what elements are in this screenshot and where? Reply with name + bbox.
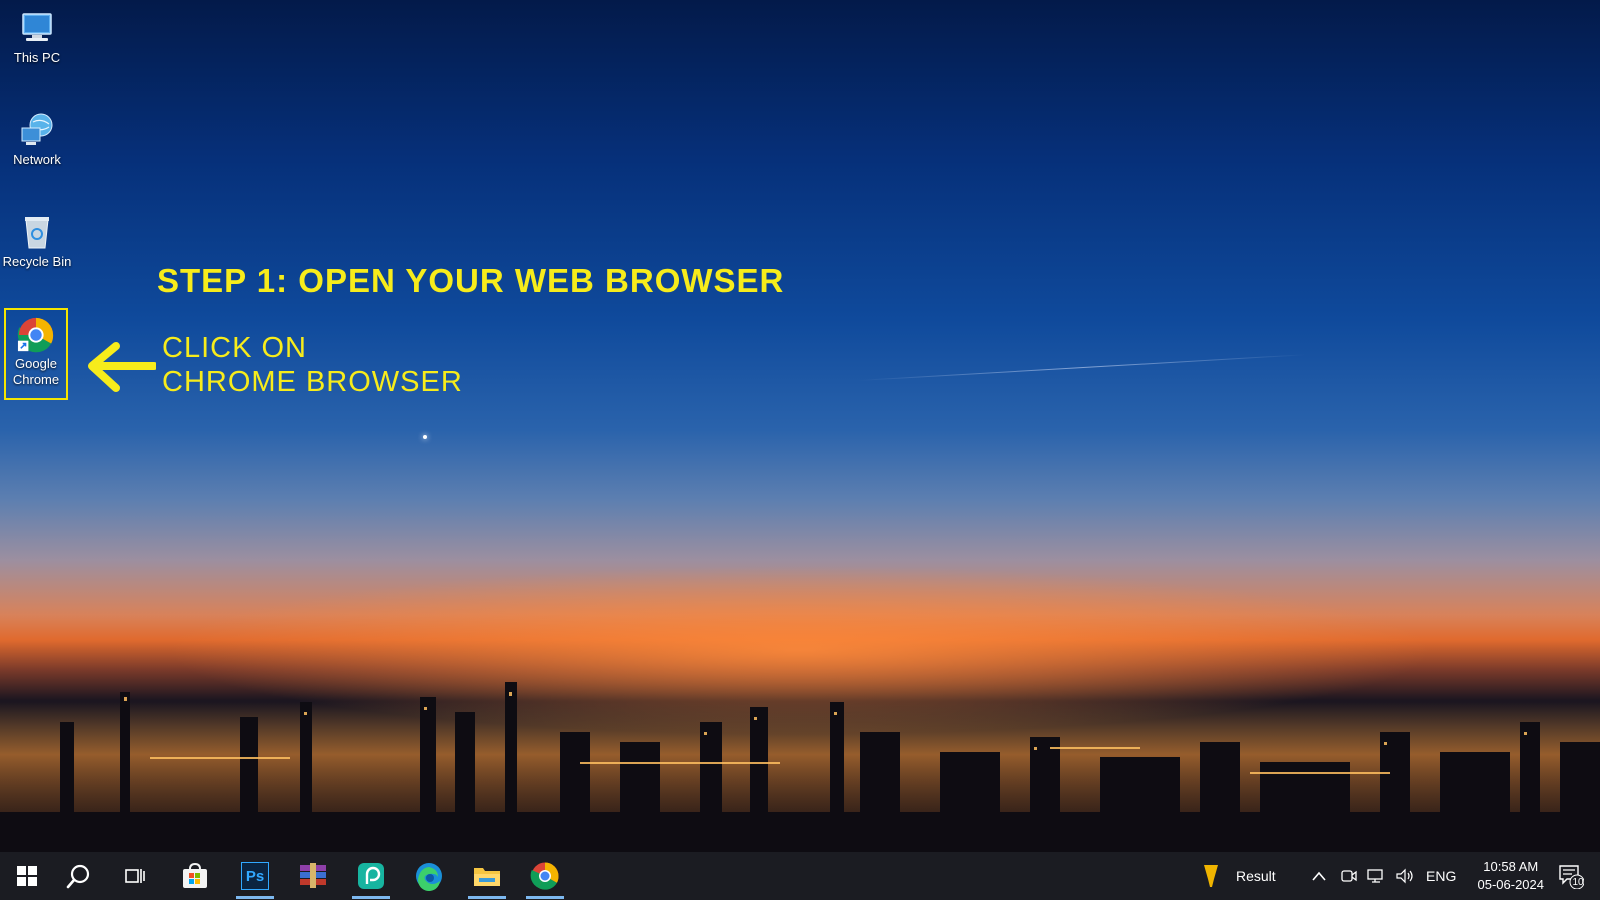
instruction-line-1: CLICK ON: [162, 332, 307, 364]
network-icon: [21, 113, 53, 145]
camera-icon: [1341, 870, 1357, 882]
folder-icon: [474, 868, 500, 886]
weather-label: Result: [1236, 868, 1276, 884]
taskbar-app-picsart[interactable]: [344, 852, 398, 900]
search-icon: [66, 864, 90, 889]
taskbar-app-store[interactable]: [168, 852, 222, 900]
chrome-icon: [530, 862, 559, 890]
arrow-left-icon: [88, 342, 156, 392]
desktop-icon-label-line1: Google: [15, 356, 57, 371]
instruction-line-2: CHROME BROWSER: [162, 366, 463, 398]
taskbar-app-winrar[interactable]: [286, 852, 340, 900]
desktop-icon-label: Recycle Bin: [2, 254, 72, 269]
tray-language[interactable]: ENG: [1426, 852, 1456, 900]
taskbar-app-photoshop[interactable]: Ps: [228, 852, 282, 900]
desktop-icon-label: This PC: [13, 50, 61, 65]
trophy-icon: [1204, 865, 1218, 887]
taskbar-app-file-explorer[interactable]: [460, 852, 514, 900]
moon: [423, 435, 427, 439]
desktop-icon-this-pc[interactable]: This PC: [1, 8, 73, 66]
tray-clock[interactable]: 10:58 AM 05-06-2024: [1478, 858, 1545, 894]
clock-date: 05-06-2024: [1477, 877, 1545, 892]
city-skyline: [0, 682, 1600, 852]
chrome-icon: [17, 317, 54, 353]
windows-icon: [17, 866, 37, 886]
step-title-annotation: STEP 1: OPEN YOUR WEB BROWSER: [157, 262, 785, 299]
start-button[interactable]: [0, 852, 54, 900]
winrar-icon: [300, 863, 326, 888]
edge-icon: [416, 863, 442, 891]
this-pc-icon: [22, 13, 52, 41]
taskbar: Ps Result ENG 10:58 AM 05-06-2024 10: [0, 852, 1600, 900]
recycle-bin-icon: [25, 217, 49, 249]
desktop-icon-google-chrome[interactable]: Google Chrome: [4, 308, 68, 400]
show-hidden-icons-button[interactable]: [1311, 852, 1327, 900]
desktop-icon-recycle-bin[interactable]: Recycle Bin: [1, 212, 73, 270]
chevron-up-icon: [1312, 871, 1326, 881]
desktop-icon-label: Network: [13, 152, 61, 167]
search-button[interactable]: [52, 852, 106, 900]
tray-network[interactable]: [1366, 852, 1386, 900]
network-status-icon: [1367, 869, 1383, 883]
volume-icon: [1396, 868, 1413, 884]
desktop-wallpaper: This PC Network Recycle Bin Google Chrom…: [0, 0, 1600, 852]
clock-time: 10:58 AM: [1483, 859, 1539, 874]
notification-center-button[interactable]: 10: [1558, 852, 1584, 900]
desktop-icon-network[interactable]: Network: [1, 110, 73, 168]
contrail: [857, 354, 1308, 381]
tray-volume[interactable]: [1395, 852, 1415, 900]
photoshop-icon: Ps: [241, 862, 269, 890]
weather-widget[interactable]: Result: [1202, 852, 1276, 900]
task-view-button[interactable]: [108, 852, 162, 900]
notification-badge: 10: [1572, 877, 1584, 888]
taskbar-app-chrome[interactable]: [518, 852, 572, 900]
tray-meet-now[interactable]: [1340, 852, 1358, 900]
taskbar-app-edge[interactable]: [402, 852, 456, 900]
store-icon: [183, 862, 207, 888]
task-view-icon: [125, 869, 145, 883]
picsart-icon: [358, 863, 384, 889]
desktop-icon-label-line2: Chrome: [12, 372, 60, 387]
